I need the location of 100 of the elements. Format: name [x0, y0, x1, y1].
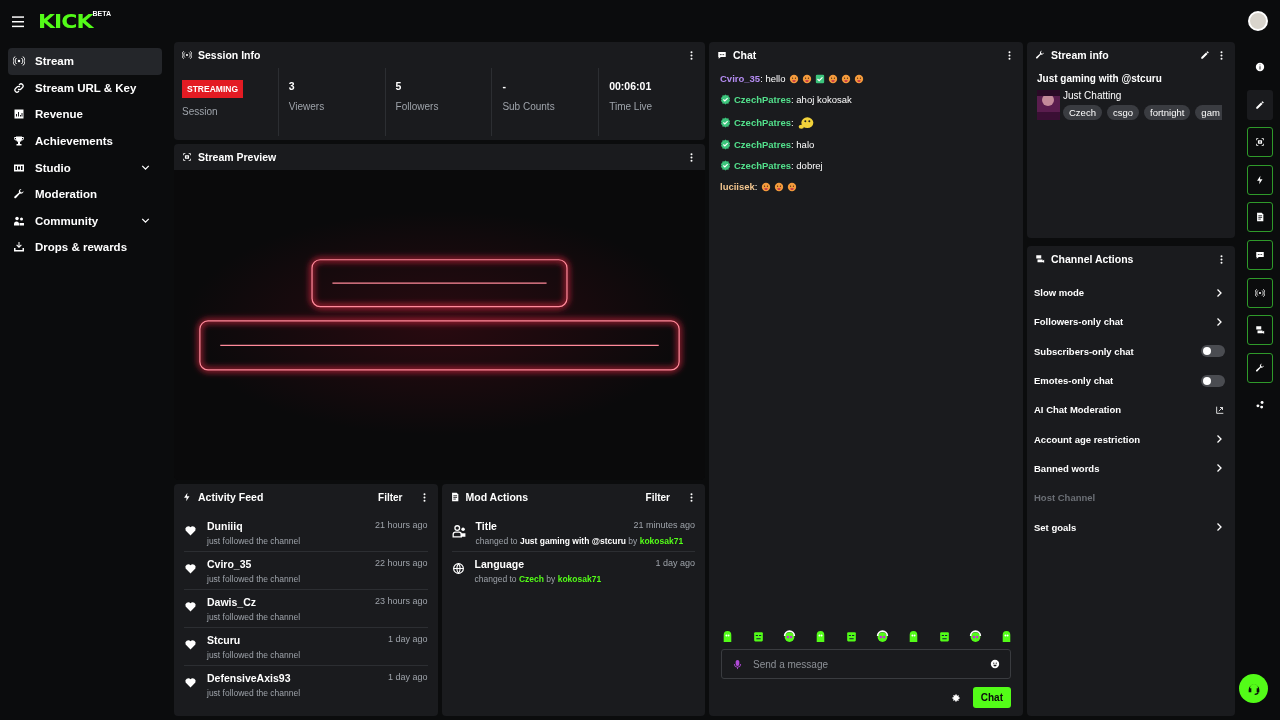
category-name: Just Chatting: [1063, 90, 1123, 101]
edit-button[interactable]: [1246, 89, 1273, 120]
screen-icon: [182, 152, 192, 162]
sidebar-item[interactable]: Studio: [8, 154, 162, 181]
status-badge: STREAMING: [182, 80, 243, 98]
follower-name: Duniiiq: [207, 520, 244, 532]
stat-label: Sub Counts: [502, 101, 556, 112]
stat-label: Viewers: [288, 101, 326, 112]
message-input[interactable]: Send a message: [753, 658, 980, 670]
toggle-switch[interactable]: [1201, 374, 1225, 387]
info-icon[interactable]: [1254, 62, 1265, 72]
microphone-icon[interactable]: [732, 657, 743, 671]
follower-name: Cviro_35: [207, 558, 253, 570]
heart-icon: [184, 676, 197, 689]
menu-icon[interactable]: [10, 13, 26, 29]
send-button[interactable]: Chat: [972, 687, 1011, 708]
channel-action-item[interactable]: Slow mode: [1027, 278, 1235, 308]
broadcast-icon: [182, 50, 192, 60]
channel-action-item[interactable]: Set goals: [1027, 512, 1235, 542]
channel-action-item[interactable]: AI Chat Moderation: [1027, 395, 1235, 425]
broadcast-button[interactable]: [1246, 277, 1273, 308]
activity-text: just followed the channel: [207, 574, 302, 584]
activity-text: just followed the channel: [207, 650, 302, 660]
toggle-switch[interactable]: [1201, 345, 1225, 358]
channel-action-item[interactable]: Subscribers-only chat: [1027, 336, 1235, 366]
timestamp: 23 hours ago: [374, 596, 428, 608]
chat-bubble-button[interactable]: [1246, 239, 1273, 270]
chat-message: CzechPatres: halo: [734, 139, 815, 150]
mod-action-detail: changed to Just gaming with @stcuru by kokosak71: [475, 536, 685, 546]
sidebar-item[interactable]: Achievements: [8, 127, 162, 155]
follower-name: Stcuru: [207, 634, 242, 646]
heart-icon: [184, 524, 197, 537]
avatar[interactable]: [1248, 11, 1268, 31]
wrench-button[interactable]: [1246, 352, 1273, 383]
trophy-icon: [13, 135, 25, 148]
emote-icon[interactable]: [845, 630, 858, 643]
stat-value: 5: [395, 80, 403, 92]
emoji-icon[interactable]: [990, 659, 1000, 669]
heart-icon: [184, 600, 197, 613]
document-button[interactable]: [1246, 202, 1273, 233]
emote-icon[interactable]: [938, 630, 951, 643]
timestamp: 21 hours ago: [374, 520, 428, 532]
follower-name: DefensiveAxis93: [207, 672, 292, 684]
help-button[interactable]: [1239, 674, 1268, 703]
settings-icon[interactable]: [950, 692, 961, 703]
filter-button[interactable]: Filter: [378, 491, 403, 503]
follower-name: Dawis_Cz: [207, 596, 258, 608]
emote-icon[interactable]: [783, 630, 796, 643]
timestamp: 1 day ago: [387, 672, 428, 684]
sidebar-item[interactable]: Stream URL & Key: [8, 74, 162, 102]
channel-action-item[interactable]: Emotes-only chat: [1027, 365, 1235, 396]
channel-action-item[interactable]: Account age restriction: [1027, 424, 1235, 454]
emote-icon[interactable]: [814, 630, 827, 643]
edit-icon[interactable]: [1200, 50, 1210, 60]
sidebar-item[interactable]: Stream: [8, 48, 162, 75]
tag[interactable]: fortnight: [1144, 105, 1191, 120]
panel-title: Stream Preview: [198, 151, 277, 163]
channel-action-item: Host Channel: [1027, 483, 1235, 513]
emote-icon[interactable]: [907, 630, 920, 643]
panel-title: Activity Feed: [198, 491, 264, 503]
activity-text: just followed the channel: [207, 536, 302, 546]
logo[interactable]: KICK: [38, 10, 93, 32]
wrench-icon: [13, 188, 25, 201]
face-emote-icon: [801, 73, 812, 84]
dots-icon[interactable]: [1254, 400, 1265, 411]
emote-icon[interactable]: [752, 630, 765, 643]
emote-icon[interactable]: [969, 630, 982, 643]
chat-message: luciisek:: [720, 181, 758, 192]
camera-button[interactable]: [1246, 315, 1273, 346]
chat-message: CzechPatres:: [734, 116, 794, 128]
message-field[interactable]: Send a message: [721, 649, 1011, 679]
bolt-button[interactable]: [1246, 164, 1273, 195]
sidebar-item[interactable]: Revenue: [8, 101, 162, 128]
channel-action-item[interactable]: Followers-only chat: [1027, 307, 1235, 337]
face-emote-icon: [773, 181, 784, 192]
channel-action-item[interactable]: Banned words: [1027, 453, 1235, 484]
tag[interactable]: Czech: [1063, 105, 1102, 120]
sidebar-item[interactable]: Moderation: [8, 180, 162, 208]
external-link-icon: [1215, 404, 1225, 415]
face-emote-icon: [788, 73, 799, 84]
person-icon: [451, 524, 466, 538]
stat-label: Followers: [395, 101, 440, 112]
tag[interactable]: gam: [1195, 105, 1222, 120]
timestamp: 21 minutes ago: [633, 520, 695, 532]
sidebar-item[interactable]: Drops & rewards: [8, 234, 162, 261]
stat-value: 3: [288, 80, 296, 92]
panel-title: Chat: [733, 49, 757, 61]
link-icon: [13, 81, 25, 94]
chat-message: CzechPatres: dobrej: [734, 160, 823, 171]
filter-button[interactable]: Filter: [645, 491, 670, 503]
chat-message: CzechPatres: ahoj kokosak: [734, 94, 852, 105]
broadcast-icon: [13, 55, 25, 68]
emote-icon[interactable]: [1000, 630, 1013, 643]
screen-button[interactable]: [1246, 127, 1273, 158]
sidebar-item[interactable]: Community: [8, 207, 162, 235]
mod-action-title: Language: [474, 558, 526, 570]
stat-label: Time Live: [609, 101, 654, 112]
tag[interactable]: csgo: [1106, 105, 1139, 120]
emote-icon[interactable]: [876, 630, 889, 643]
emote-icon[interactable]: [721, 630, 734, 643]
